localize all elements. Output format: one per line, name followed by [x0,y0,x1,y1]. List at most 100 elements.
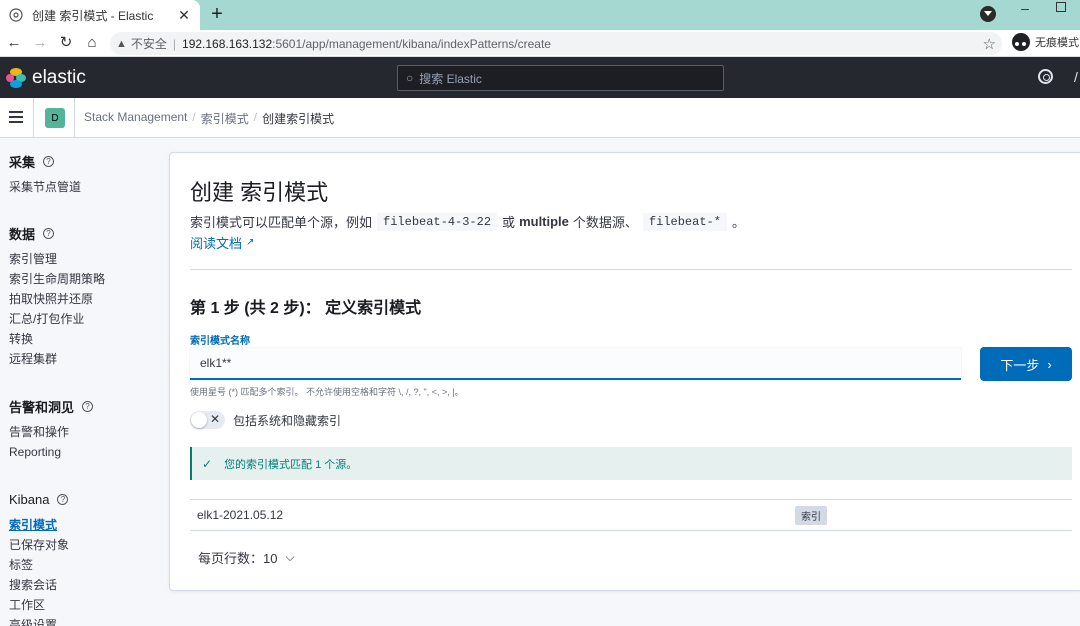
checkmark-icon: ✓ [202,456,213,471]
sidebar-item-index-patterns[interactable]: 索引模式 [9,515,69,535]
management-sidebar: 采集? 采集节点管道 数据? 索引管理 索引生命周期策略 拍取快照并还原 汇总/… [0,138,168,626]
address-separator: | [172,36,177,51]
sidebar-item-index-management[interactable]: 索引管理 [9,249,105,269]
sidebar-item-transforms[interactable]: 转换 [9,329,105,349]
bookmark-star-icon[interactable]: ☆ [983,35,996,53]
breadcrumb-stack-management[interactable]: Stack Management [84,110,187,127]
sidebar-item-tags[interactable]: 标签 [9,555,69,575]
profile-menu-icon[interactable] [980,6,996,22]
group-title-text: 采集 [9,154,36,170]
external-link-icon: ↗ [246,237,255,248]
desc-mid: 个数据源、 [572,215,638,230]
sidebar-item-ingest-pipelines[interactable]: 采集节点管道 [9,177,81,197]
desc-example-code-2: filebeat-* [642,212,727,231]
header-overflow-icon[interactable]: / [1074,69,1078,85]
chevron-down-icon: ⌵ [285,550,295,564]
sidebar-group-title: 告警和洞见? [9,396,94,416]
reload-icon[interactable]: ↻ [56,33,76,53]
breadcrumb-separator: / [192,110,196,124]
elastic-favicon-icon [8,7,24,23]
desc-example-code: filebeat-4-3-22 [377,212,498,231]
back-arrow-icon[interactable]: ← [4,33,24,53]
incognito-label: 无痕模式 [1035,37,1079,49]
index-name-cell: elk1-2021.05.12 [197,508,284,522]
include-hidden-label[interactable]: 包括系统和隐藏索引 [233,412,341,429]
include-hidden-switch[interactable]: ✕ [190,411,225,429]
sidebar-item-rollup[interactable]: 汇总/打包作业 [9,309,105,329]
elastic-logo-text: elastic [32,67,86,88]
search-icon: ○ [406,71,414,85]
url-path: :5601/app/management/kibana/indexPattern… [272,36,551,51]
sidebar-item-reporting[interactable]: Reporting [9,442,93,462]
home-icon[interactable]: ⌂ [82,33,102,53]
sidebar-group-ingest: 采集? 采集节点管道 [9,151,81,197]
menu-hamburger-icon[interactable] [9,111,23,123]
table-row: elk1-2021.05.12 索引 [190,499,1072,531]
question-icon[interactable]: ? [43,155,55,167]
index-type-badge: 索引 [795,505,827,525]
window-maximize-button[interactable] [1056,2,1066,12]
sidebar-item-saved-objects[interactable]: 已保存对象 [9,535,69,555]
sidebar-item-remote-clusters[interactable]: 远程集群 [9,349,105,369]
index-pattern-name-input[interactable] [190,348,961,380]
new-tab-button[interactable]: + [206,3,228,25]
rows-per-page-label: 每页行数：10 [198,551,278,566]
tab-close-icon[interactable]: ✕ [176,7,192,24]
switch-knob [191,412,207,428]
sidebar-item-search-sessions[interactable]: 搜索会话 [9,575,69,595]
read-docs-label: 阅读文档 [190,236,243,251]
include-hidden-toggle-row: ✕ 包括系统和隐藏索引 [190,411,341,429]
breadcrumb-bar: D Stack Management / 索引模式 / 创建索引模式 [0,98,1080,138]
question-icon[interactable]: ? [57,493,69,505]
breadcrumb-index-patterns[interactable]: 索引模式 [201,110,249,127]
help-icon[interactable] [1038,69,1053,84]
address-bar[interactable]: ▲ 不安全 | 192.168.163.132 :5601/app/manage… [110,32,1002,55]
incognito-indicator[interactable]: 无痕模式 [1012,33,1079,51]
sidebar-group-title: 采集? [9,151,81,171]
forward-arrow-icon[interactable]: → [30,33,50,53]
sidebar-group-title: Kibana? [9,489,69,509]
global-search-input[interactable]: ○ 搜索 Elastic [397,65,724,91]
desc-end: 。 [731,215,745,230]
page-title: 创建 索引模式 [190,180,329,205]
url-host: 192.168.163.132 [182,36,273,51]
read-docs-link[interactable]: 阅读文档 ↗ [190,233,254,252]
sidebar-item-ilm[interactable]: 索引生命周期策略 [9,269,105,289]
match-success-callout: ✓ 您的索引模式匹配 1 个源。 [190,447,1072,480]
create-index-pattern-panel: 创建 索引模式 索引模式可以匹配单个源，例如 filebeat-4-3-22 或… [169,152,1080,591]
divider [74,98,75,138]
chevron-right-icon: › [1047,356,1052,372]
breadcrumb-current: 创建索引模式 [262,112,335,126]
question-icon[interactable]: ? [82,400,94,412]
group-title-text: 告警和洞见 [9,399,75,415]
rows-per-page-selector[interactable]: 每页行数：10 ⌵ [198,548,295,567]
divider [190,269,1072,270]
insecure-label: 不安全 [130,37,167,51]
next-step-button[interactable]: 下一步 › [980,347,1072,381]
elastic-logo[interactable]: elastic [6,67,86,89]
sidebar-item-spaces[interactable]: 工作区 [9,595,69,615]
sidebar-item-alerts-actions[interactable]: 告警和操作 [9,422,93,442]
sidebar-item-snapshot[interactable]: 拍取快照并还原 [9,289,105,309]
next-step-label: 下一步 [1000,357,1040,373]
sidebar-group-title: 数据? [9,223,105,243]
divider [33,98,34,138]
question-icon[interactable]: ? [43,227,55,239]
elastic-logo-icon [6,68,26,88]
step-title: 第 1 步 (共 2 步)： 定义索引模式 [190,300,422,317]
incognito-icon [1012,33,1030,51]
sidebar-group-alerts: 告警和洞见? 告警和操作 Reporting [9,396,94,462]
space-avatar[interactable]: D [45,108,65,128]
close-icon: ✕ [210,412,221,426]
sidebar-item-advanced-settings[interactable]: 高级设置 [9,615,69,626]
browser-tab[interactable]: 创建 索引模式 - Elastic ✕ [0,0,200,30]
desc-bold: multiple [519,214,569,229]
callout-text: 您的索引模式匹配 1 个源。 [224,458,358,471]
breadcrumb: Stack Management / 索引模式 / 创建索引模式 [84,110,334,127]
matched-indices-table: elk1-2021.05.12 索引 [190,499,1072,531]
window-minimize-button[interactable]: – [1018,0,1032,20]
page-description: 索引模式可以匹配单个源，例如 filebeat-4-3-22 或 multipl… [190,212,745,231]
browser-tabstrip: 创建 索引模式 - Elastic ✕ + – [0,0,1080,30]
field-help-text: 使用星号 (*) 匹配多个索引。 不允许使用空格和字符 \, /, ?, ", … [190,387,464,397]
group-title-text: 数据 [9,226,36,242]
